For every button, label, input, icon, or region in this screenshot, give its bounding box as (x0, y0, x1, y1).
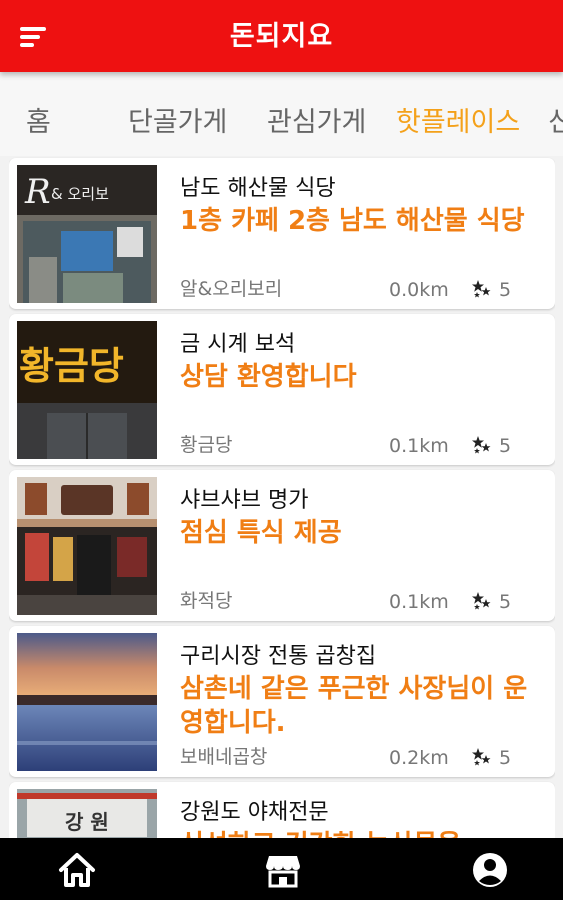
rating-value: 5 (499, 279, 512, 301)
category-tabs: 홈 단골가게 관심가게 핫플레이스 신 (0, 72, 563, 156)
shop-name: 알&오리보리 (180, 278, 283, 300)
place-thumbnail (17, 477, 157, 615)
rating-value: 5 (499, 435, 512, 457)
rating-value: 5 (499, 591, 512, 613)
tab-favorite-stores[interactable]: 관심가게 (267, 100, 366, 139)
rating: 5 (471, 591, 511, 613)
stars-icon (472, 436, 491, 454)
rating-value: 5 (499, 747, 512, 769)
place-title: 남도 해산물 식당 (180, 176, 336, 201)
shop-name: 화적당 (180, 590, 233, 612)
place-list: R & 오리보 남도 해산물 식당 1층 카페 2층 남도 해산물 식당 알&오… (9, 156, 555, 838)
home-icon[interactable] (57, 850, 97, 890)
shop-name: 황금당 (180, 434, 233, 456)
place-title: 금 시계 보석 (180, 332, 296, 357)
place-description: 삼촌네 같은 푸근한 사장님이 운영합니다. (180, 674, 528, 738)
stars-icon (472, 592, 491, 610)
place-title: 구리시장 전통 곱창집 (180, 644, 377, 669)
distance: 0.1km (389, 591, 449, 613)
app-title: 돈되지요 (229, 21, 334, 52)
svg-text:황금당: 황금당 (19, 344, 124, 388)
distance: 0.1km (389, 435, 449, 457)
place-card[interactable]: 샤브샤브 명가 점심 특식 제공 화적당 0.1km 5 (9, 470, 555, 621)
tab-home[interactable]: 홈 (26, 100, 51, 139)
place-thumbnail: R & 오리보 (17, 165, 157, 303)
place-thumbnail: 강 원 (17, 789, 157, 838)
place-description: 점심 특식 제공 (180, 518, 342, 548)
stars-icon (472, 280, 491, 298)
place-card[interactable]: 황금당 금 시계 보석 상담 환영합니다 황금당 0.1km 5 (9, 314, 555, 465)
svg-text:& 오리보: & 오리보 (51, 185, 109, 203)
place-card[interactable]: R & 오리보 남도 해산물 식당 1층 카페 2층 남도 해산물 식당 알&오… (9, 158, 555, 309)
place-title: 강원도 야채전문 (180, 800, 329, 825)
place-description: 1층 카페 2층 남도 해산물 식당 (180, 206, 525, 236)
tab-hot-places[interactable]: 핫플레이스 (396, 100, 520, 139)
app-header: 돈되지요 (0, 0, 563, 72)
distance: 0.2km (389, 747, 449, 769)
shop-name: 보배네곱창 (180, 746, 268, 768)
rating: 5 (471, 747, 511, 769)
place-description: 상담 환영합니다 (180, 362, 357, 392)
place-thumbnail (17, 633, 157, 771)
profile-icon[interactable] (470, 850, 510, 890)
stars-icon (472, 748, 491, 766)
svg-text:R: R (24, 172, 51, 212)
rating: 5 (471, 435, 511, 457)
place-card[interactable]: 구리시장 전통 곱창집 삼촌네 같은 푸근한 사장님이 운영합니다. 보배네곱창… (9, 626, 555, 777)
place-card[interactable]: 강 원 강원도 야채전문 신선하고 건강한 농산물을 (9, 782, 555, 838)
tab-new[interactable]: 신 (548, 100, 563, 139)
store-icon[interactable] (263, 850, 303, 890)
rating: 5 (471, 279, 511, 301)
place-description: 신선하고 건강한 농산물을 (180, 828, 542, 838)
tab-regular-stores[interactable]: 단골가게 (128, 100, 227, 139)
svg-text:강 원: 강 원 (65, 810, 109, 834)
bottom-nav (0, 838, 563, 900)
place-title: 샤브샤브 명가 (180, 488, 309, 513)
distance: 0.0km (389, 279, 449, 301)
place-thumbnail: 황금당 (17, 321, 157, 459)
